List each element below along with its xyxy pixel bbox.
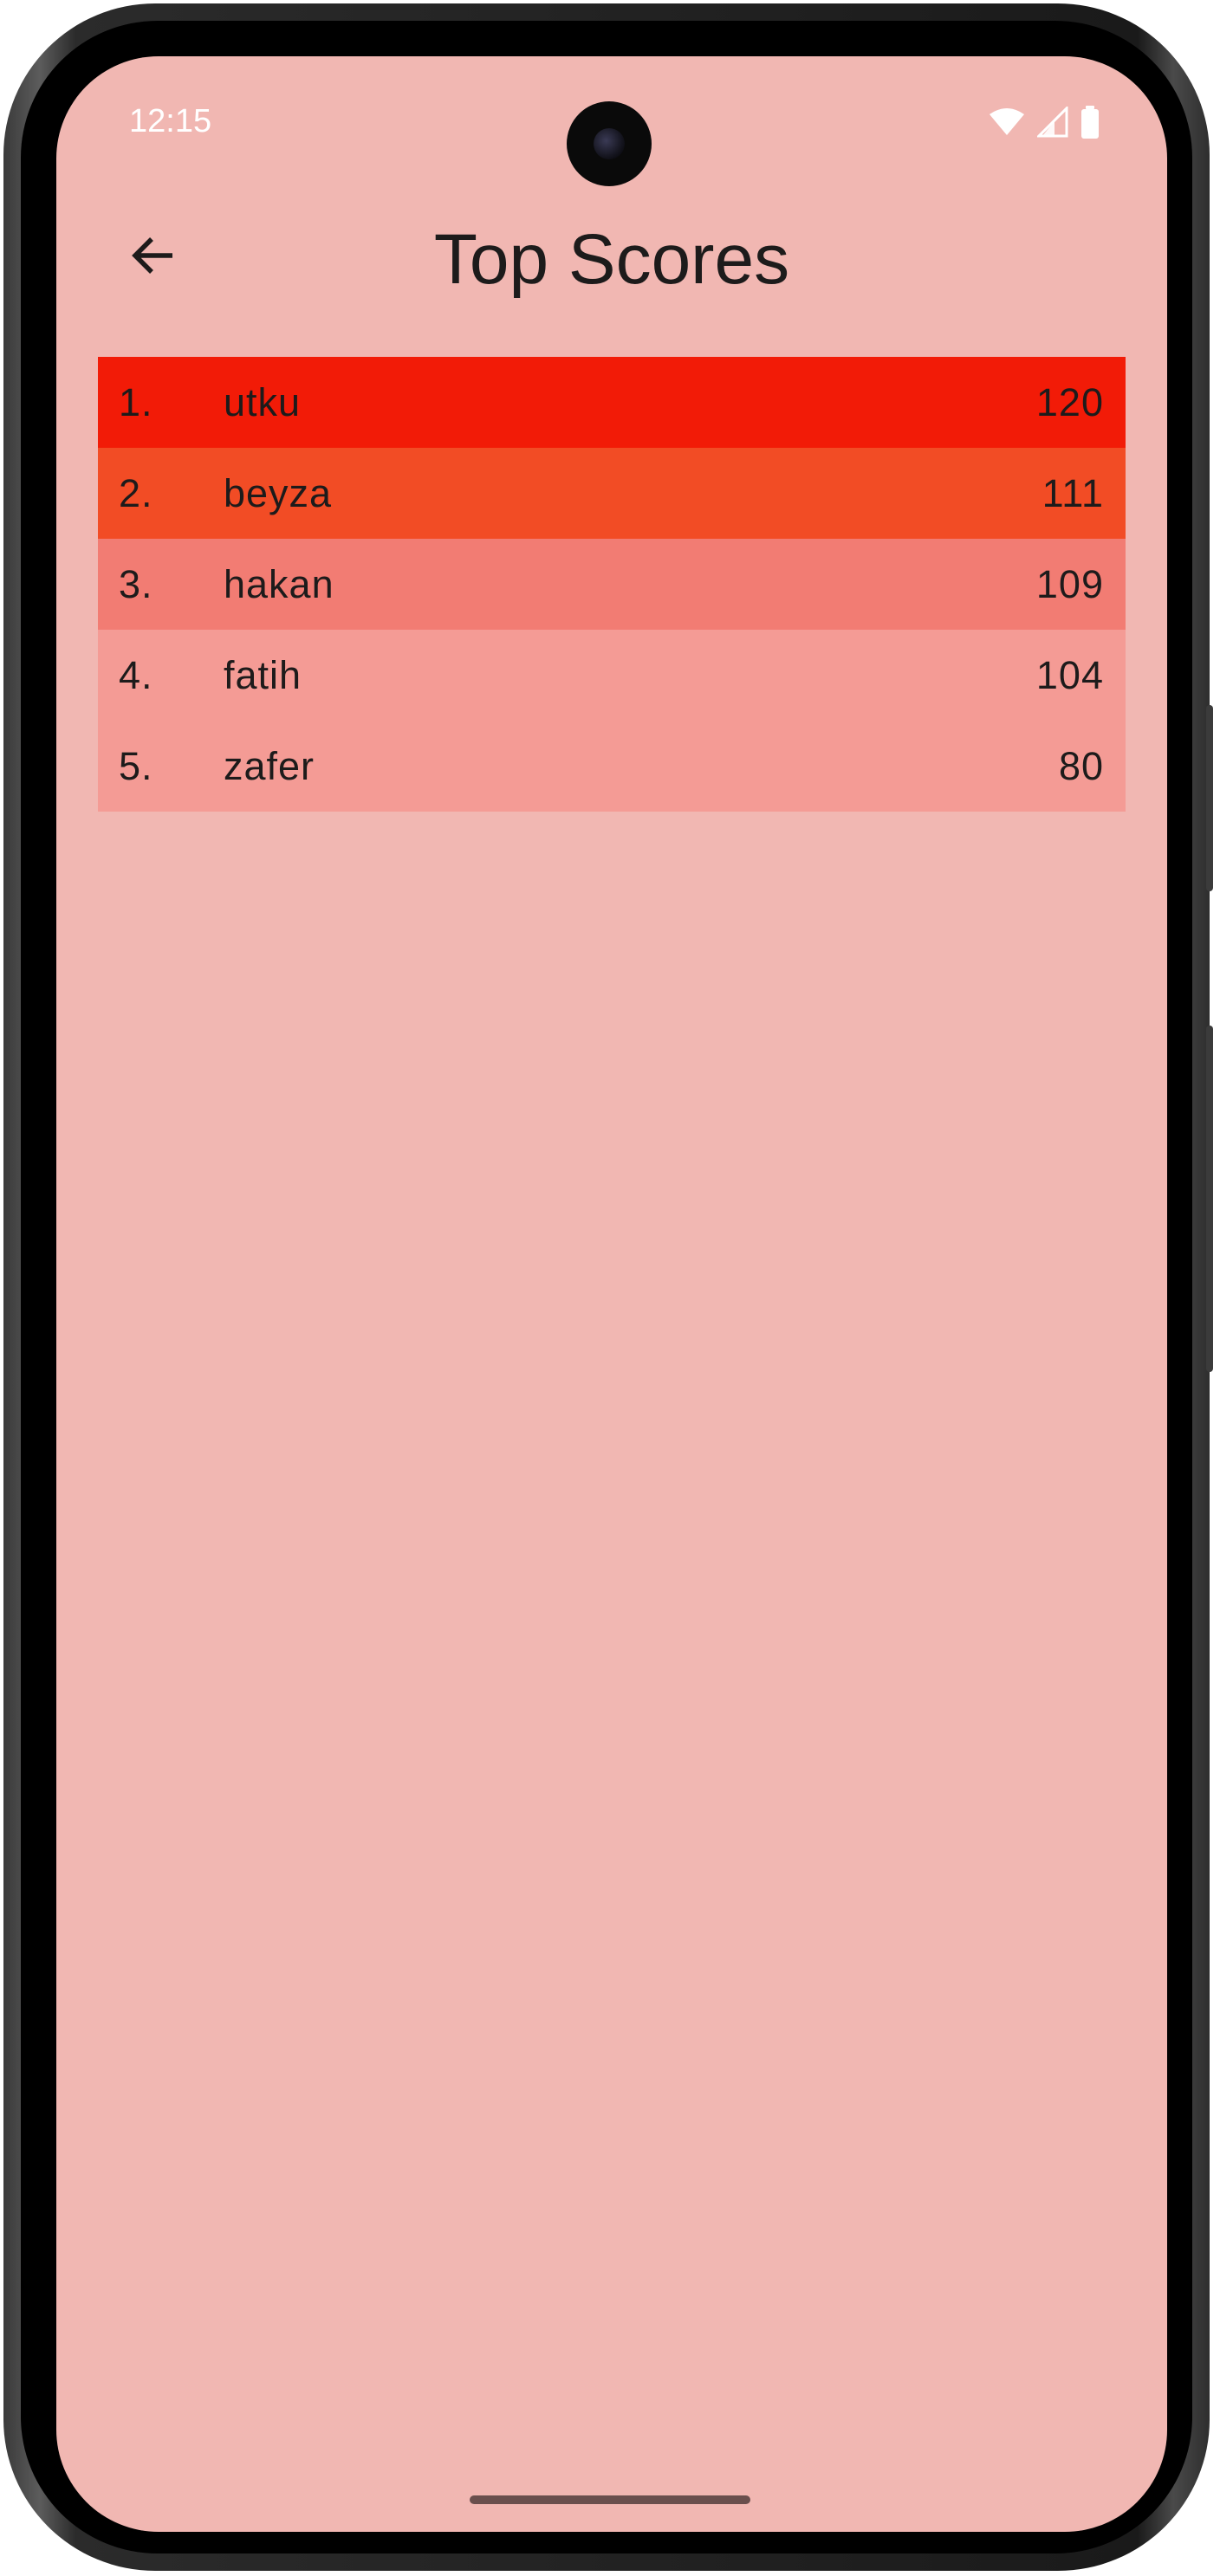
score-row: 3. hakan 109 (98, 539, 1126, 630)
player-score: 104 (1035, 652, 1104, 697)
front-camera (567, 101, 652, 186)
app-bar: Top Scores (56, 202, 1167, 311)
status-icons (989, 104, 1100, 143)
camera-lens (594, 128, 625, 159)
rank-label: 2. (119, 470, 153, 515)
power-button (1206, 705, 1213, 891)
rank-label: 4. (119, 652, 153, 697)
player-score: 120 (1035, 379, 1104, 424)
app-screen: 12:15 Top Scores 1. utku 120 2. beyza 11… (56, 56, 1167, 2532)
player-name: utku (224, 379, 302, 424)
home-indicator[interactable] (470, 2495, 750, 2504)
player-score: 80 (1058, 743, 1104, 788)
battery-icon (1080, 105, 1100, 143)
player-name: hakan (224, 561, 334, 606)
player-score: 111 (1042, 470, 1104, 515)
phone-frame: 12:15 Top Scores 1. utku 120 2. beyza 11… (3, 3, 1213, 2571)
score-row: 2. beyza 111 (98, 448, 1126, 539)
rank-label: 1. (119, 379, 153, 424)
volume-button (1206, 1026, 1213, 1372)
status-time: 12:15 (129, 103, 212, 139)
score-row: 4. fatih 104 (98, 630, 1126, 721)
wifi-icon (989, 107, 1025, 141)
page-title: Top Scores (433, 220, 790, 299)
score-row: 1. utku 120 (98, 357, 1126, 448)
player-name: fatih (224, 652, 302, 697)
player-score: 109 (1035, 561, 1104, 606)
player-name: beyza (224, 470, 333, 515)
cellular-signal-icon (1035, 104, 1068, 142)
score-row: 5. zafer 80 (98, 721, 1126, 812)
player-name: zafer (224, 743, 315, 788)
rank-label: 5. (119, 743, 153, 788)
status-bar: 12:15 (56, 56, 1167, 186)
rank-label: 3. (119, 561, 153, 606)
score-list: 1. utku 120 2. beyza 111 3. hakan 109 4.… (98, 357, 1126, 812)
